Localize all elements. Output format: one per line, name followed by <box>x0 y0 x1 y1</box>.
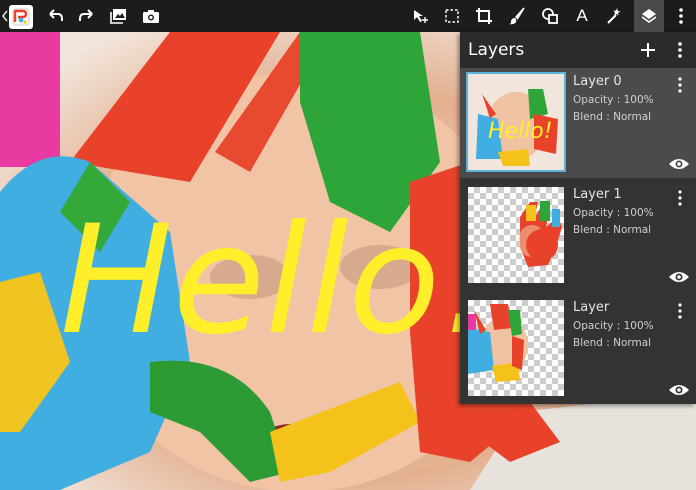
layer-opacity: Opacity : 100% <box>573 207 654 219</box>
text-tool-button[interactable]: A <box>567 0 597 32</box>
layers-panel-header: Layers <box>460 32 696 68</box>
gallery-button[interactable] <box>104 0 134 32</box>
hello-text: Hello! <box>60 194 500 368</box>
layer-name: Layer 0 <box>573 74 622 89</box>
more-vertical-icon <box>678 77 682 93</box>
brush-icon <box>509 7 525 25</box>
layer-blend: Blend : Normal <box>573 224 652 236</box>
redo-button[interactable] <box>72 0 102 32</box>
layer-name: Layer 1 <box>573 187 622 202</box>
top-toolbar: A <box>0 0 696 32</box>
layer-blend: Blend : Normal <box>573 337 652 349</box>
overflow-menu-button[interactable] <box>666 0 696 32</box>
camera-icon <box>143 10 159 23</box>
image-icon <box>110 9 126 24</box>
more-vertical-icon <box>678 42 682 58</box>
layer-opacity: Opacity : 100% <box>573 94 654 106</box>
layer-menu-button[interactable] <box>672 302 688 320</box>
crop-icon <box>476 8 492 24</box>
crop-tool-button[interactable] <box>469 0 499 32</box>
eye-icon <box>669 159 689 169</box>
layer-menu-button[interactable] <box>672 189 688 207</box>
layers-button[interactable] <box>634 0 664 32</box>
brush-tool-button[interactable] <box>502 0 532 32</box>
layer-thumbnail <box>468 300 564 396</box>
redo-icon <box>79 9 93 21</box>
layer-blend: Blend : Normal <box>573 111 652 123</box>
visibility-toggle[interactable] <box>668 382 690 396</box>
layer-thumbnail: Hello! <box>466 72 566 172</box>
magic-wand-button[interactable] <box>599 0 629 32</box>
move-tool-button[interactable] <box>405 0 435 32</box>
text-icon: A <box>576 6 588 25</box>
more-vertical-icon <box>679 8 683 24</box>
plus-icon <box>641 43 655 57</box>
layers-panel-title: Layers <box>468 40 525 60</box>
magic-wand-icon <box>607 8 621 24</box>
layer-row[interactable]: Layer Opacity : 100% Blend : Normal <box>460 294 696 404</box>
layer-row[interactable]: Layer 1 Opacity : 100% Blend : Normal <box>460 181 696 291</box>
shape-tool-button[interactable] <box>535 0 565 32</box>
svg-text:Hello!: Hello! <box>488 119 553 144</box>
layers-panel: Layers Hello! Layer 0 Opacity : 100% Ble… <box>460 32 696 404</box>
visibility-toggle[interactable] <box>668 269 690 283</box>
add-layer-button[interactable] <box>636 38 660 62</box>
selection-icon <box>445 9 459 23</box>
layer-opacity: Opacity : 100% <box>573 320 654 332</box>
app-logo[interactable] <box>9 5 33 29</box>
selection-tool-button[interactable] <box>437 0 467 32</box>
undo-button[interactable] <box>40 0 70 32</box>
move-icon <box>414 10 428 23</box>
layers-icon <box>641 9 657 23</box>
layers-menu-button[interactable] <box>670 38 690 62</box>
layer-name: Layer <box>573 300 610 315</box>
layer-menu-button[interactable] <box>672 76 688 94</box>
visibility-toggle[interactable] <box>668 156 690 170</box>
shape-icon <box>542 8 558 24</box>
undo-icon <box>49 9 63 21</box>
camera-button[interactable] <box>136 0 166 32</box>
more-vertical-icon <box>678 303 682 319</box>
layer-row[interactable]: Hello! Layer 0 Opacity : 100% Blend : No… <box>460 68 696 178</box>
eye-icon <box>669 272 689 282</box>
more-vertical-icon <box>678 190 682 206</box>
layer-thumbnail <box>468 187 564 283</box>
magenta-paint <box>0 32 60 167</box>
eye-icon <box>669 385 689 395</box>
